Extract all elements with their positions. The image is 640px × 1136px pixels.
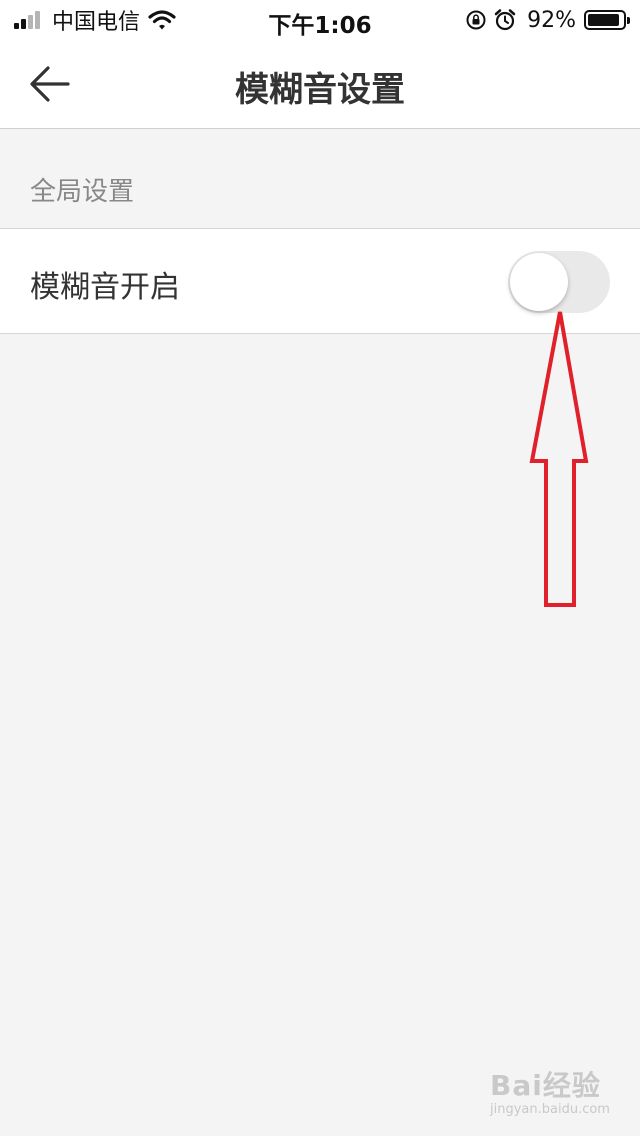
status-right: 92%	[459, 6, 630, 34]
navigation-bar: 模糊音设置	[0, 40, 640, 129]
battery-percent: 92%	[527, 7, 576, 33]
section-header: 全局设置	[0, 129, 640, 228]
alarm-icon	[494, 9, 516, 31]
watermark-logo-text: Bai经验	[490, 1069, 601, 1102]
back-button[interactable]	[24, 58, 76, 110]
arrow-left-icon	[30, 66, 70, 102]
annotation-arrow-up	[529, 311, 589, 607]
section-title-global: 全局设置	[30, 177, 135, 207]
battery-level-fill	[588, 14, 620, 26]
watermark: Bai经验 jingyan.baidu.com	[490, 1064, 610, 1117]
page-title: 模糊音设置	[235, 70, 405, 110]
setting-label: 模糊音开启	[30, 270, 180, 305]
watermark-url: jingyan.baidu.com	[490, 1102, 610, 1117]
battery-icon	[584, 10, 630, 30]
status-bar: 中国电信 下午1:06 92%	[0, 0, 640, 40]
orientation-lock-icon	[466, 10, 486, 30]
